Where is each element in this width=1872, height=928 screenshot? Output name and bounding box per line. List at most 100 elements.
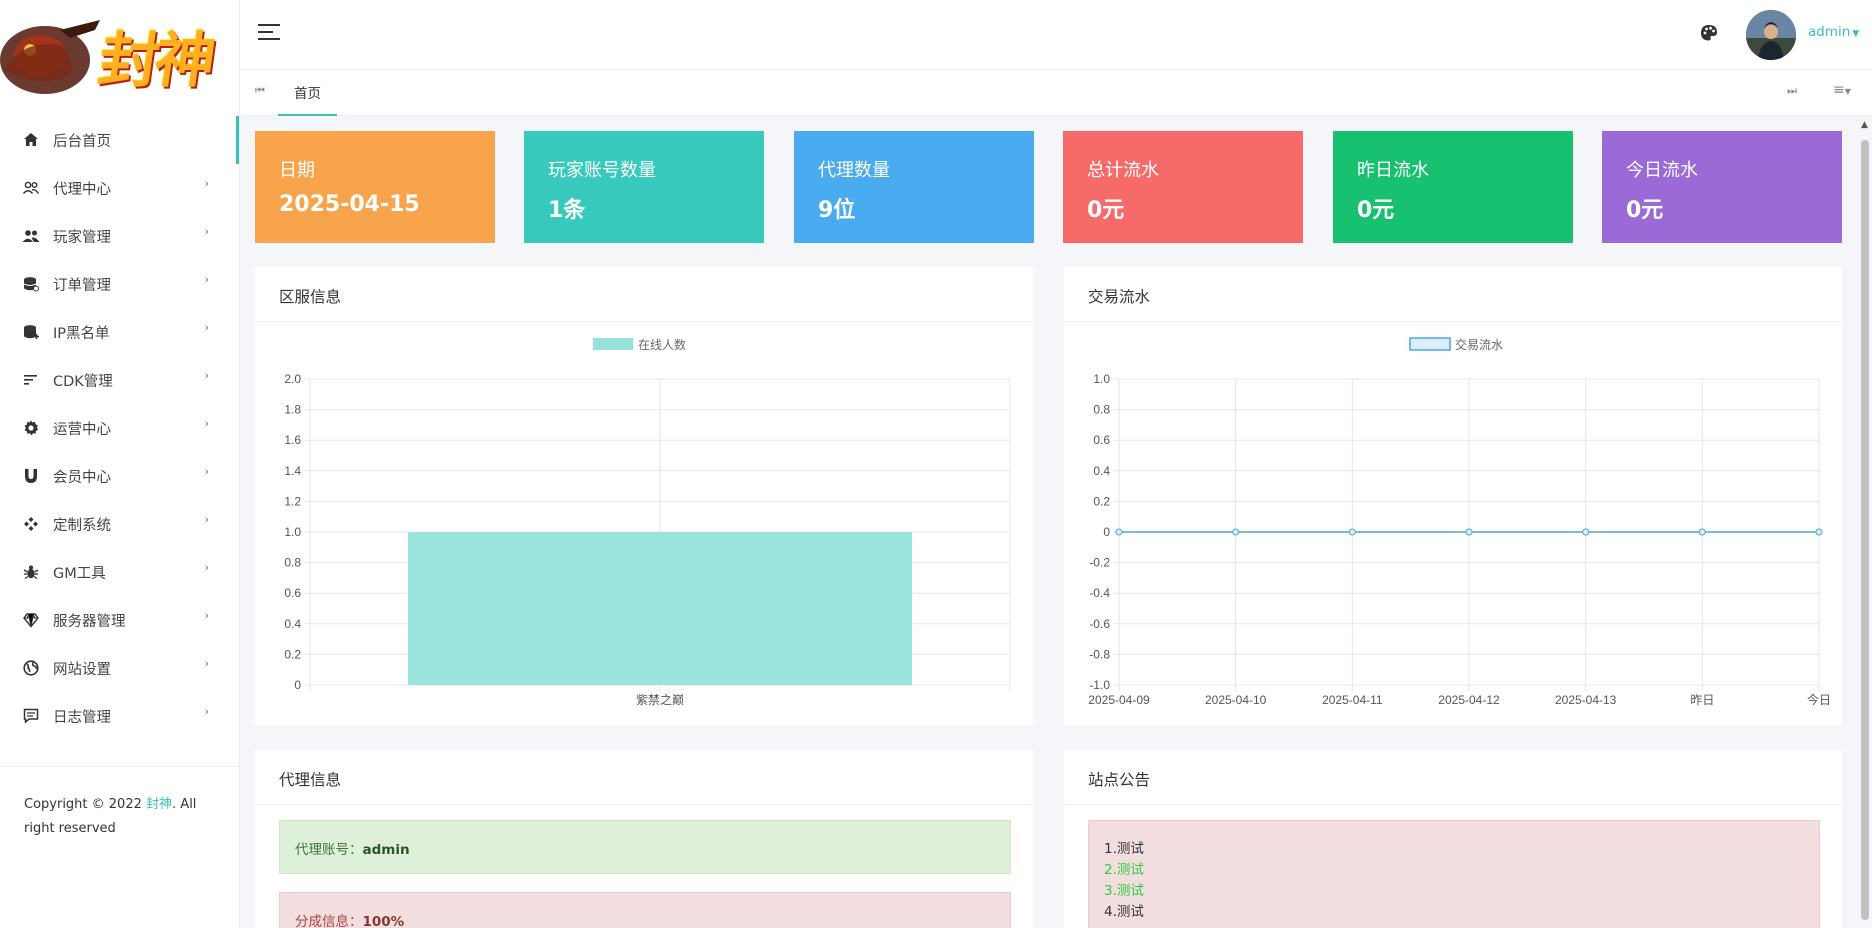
users-icon — [22, 179, 40, 197]
data-point — [1465, 528, 1473, 536]
y-tick-label: 0.4 — [284, 617, 301, 631]
chevron-right-icon: › — [204, 657, 209, 670]
globe-icon — [22, 659, 40, 677]
page-scrollbar[interactable]: ▲ — [1858, 116, 1872, 928]
sidebar-item-label: 运营中心 — [53, 421, 111, 438]
logo[interactable]: 封神 — [0, 0, 239, 116]
x-tick-label: 2025-04-13 — [1555, 693, 1617, 707]
y-tick-label: 2.0 — [284, 372, 301, 386]
agent-info-panel: 代理信息 代理账号：admin 分成信息：100% — [255, 750, 1033, 928]
chevron-right-icon: › — [204, 225, 209, 238]
site-notice-panel: 站点公告 1.测试 2.测试 3.测试 4.测试 — [1064, 750, 1842, 928]
stat-label: 今日流水 — [1626, 160, 1698, 181]
y-tick-label: 0.8 — [1093, 403, 1110, 417]
legend-label: 在线人数 — [638, 337, 686, 352]
chevron-right-icon: › — [204, 705, 209, 718]
sidebar-item-custom-system[interactable]: 定制系统 › — [0, 500, 239, 548]
agent-share-box: 分成信息：100% — [279, 892, 1011, 928]
palette-icon[interactable] — [1700, 24, 1718, 46]
chevron-right-icon: › — [204, 369, 209, 382]
sidebar-item-label: 服务器管理 — [53, 613, 126, 630]
sidebar-item-operations-center[interactable]: 运营中心 › — [0, 404, 239, 452]
sidebar-item-cdk-management[interactable]: CDK管理 › — [0, 356, 239, 404]
stat-card-player-accounts: 玩家账号数量 1条 — [524, 131, 764, 243]
y-tick-label: 0.6 — [1093, 433, 1110, 447]
sidebar-item-server-management[interactable]: 服务器管理 › — [0, 596, 239, 644]
sidebar-item-label: CDK管理 — [53, 373, 113, 390]
x-tick-label: 2025-04-12 — [1438, 693, 1500, 707]
comment-icon — [22, 707, 40, 725]
agent-share-value: 100% — [362, 914, 405, 928]
avatar[interactable] — [1746, 10, 1796, 60]
stat-value: 9位 — [818, 198, 856, 223]
y-tick-label: 0.2 — [284, 647, 301, 661]
y-tick-label: 1.4 — [284, 464, 301, 478]
copyright-brand-link[interactable]: 封神 — [146, 797, 172, 812]
chevron-right-icon: › — [204, 513, 209, 526]
agent-account-value: admin — [362, 842, 410, 858]
y-tick-label: 0.6 — [284, 586, 301, 600]
sidebar-item-label: 网站设置 — [53, 661, 111, 678]
menu-toggle-icon[interactable] — [258, 24, 280, 42]
sidebar-item-order-management[interactable]: 订单管理 › — [0, 260, 239, 308]
chevron-right-icon: › — [204, 609, 209, 622]
sidebar-item-log-management[interactable]: 日志管理 › — [0, 692, 239, 740]
legend-swatch — [593, 338, 633, 350]
sidebar-item-player-management[interactable]: 玩家管理 › — [0, 212, 239, 260]
tab-options-icon[interactable]: ≡▼ — [1833, 82, 1851, 98]
notice-line: 1.测试 — [1104, 841, 1144, 857]
scrollbar-thumb[interactable] — [1861, 140, 1869, 920]
sidebar-item-label: GM工具 — [53, 565, 106, 582]
sidebar-item-label: 会员中心 — [53, 469, 111, 486]
stat-value: 2025-04-15 — [279, 192, 420, 217]
diamond-grid-icon — [22, 515, 40, 533]
y-tick-label: 1.2 — [284, 494, 301, 508]
server-info-panel: 区服信息 在线人数 2.0 1.8 1.6 1.4 1.2 1.0 0.8 0.6 0.4 0.2 0… — [255, 267, 1033, 725]
x-tick-label: 2025-04-10 — [1205, 693, 1267, 707]
sidebar-item-agent-center[interactable]: 代理中心 › — [0, 164, 239, 212]
database-plus-icon — [22, 323, 40, 341]
y-tick-label: 0 — [294, 678, 301, 692]
scroll-up-icon[interactable]: ▲ — [1861, 120, 1868, 130]
list-icon — [22, 371, 40, 389]
trade-flow-chart: 交易流水 1.0 0.8 0.6 0.4 0.2 0 -0.2 -0.4 -0.6 -0.8 -1.0… — [1088, 337, 1831, 707]
tab-home[interactable]: 首页 — [278, 70, 337, 116]
sidebar: 封神 后台首页 代理中心 › 玩家管理 › 订单管理 › IP黑名单 › CDK… — [0, 0, 240, 928]
notice-line: 3.测试 — [1104, 883, 1144, 899]
data-point — [1698, 528, 1706, 536]
y-tick-label: -0.8 — [1089, 647, 1110, 661]
y-tick-label: 0.2 — [1093, 494, 1110, 508]
sidebar-item-ip-blacklist[interactable]: IP黑名单 › — [0, 308, 239, 356]
user-menu[interactable]: admin ▼ — [1808, 24, 1859, 40]
stat-card-today-flow: 今日流水 0元 — [1602, 131, 1842, 243]
logo-text: 封神 — [94, 26, 217, 96]
x-tick-label: 今日 — [1807, 692, 1831, 707]
stat-label: 代理数量 — [818, 160, 890, 181]
bug-icon — [22, 563, 40, 581]
sidebar-item-label: 后台首页 — [53, 133, 111, 150]
home-icon — [22, 131, 40, 149]
chevron-right-icon: › — [204, 465, 209, 478]
scroll-right-icon[interactable]: ⏭ — [1787, 84, 1797, 98]
chevron-right-icon: › — [204, 273, 209, 286]
sidebar-item-member-center[interactable]: 会员中心 › — [0, 452, 239, 500]
top-header: admin ▼ — [240, 0, 1872, 70]
scroll-left-icon[interactable]: ⏮ — [255, 84, 265, 98]
stat-value: 0元 — [1087, 198, 1125, 223]
sidebar-item-site-settings[interactable]: 网站设置 › — [0, 644, 239, 692]
database-icon — [22, 275, 40, 293]
chevron-right-icon: › — [204, 417, 209, 430]
x-tick-label: 昨日 — [1690, 693, 1714, 707]
sidebar-item-dashboard[interactable]: 后台首页 — [0, 116, 239, 164]
y-tick-label: -0.6 — [1089, 617, 1110, 631]
data-point — [1582, 528, 1590, 536]
stat-card-yesterday-flow: 昨日流水 0元 — [1333, 131, 1573, 243]
stat-label: 日期 — [279, 160, 315, 181]
gear-icon — [22, 419, 40, 437]
panel-title: 区服信息 — [255, 267, 1033, 322]
stat-card-agent-count: 代理数量 9位 — [794, 131, 1034, 243]
y-tick-label: 1.6 — [284, 433, 301, 447]
stat-value: 1条 — [548, 198, 586, 223]
sidebar-item-gm-tools[interactable]: GM工具 › — [0, 548, 239, 596]
sidebar-item-label: 代理中心 — [53, 181, 111, 198]
